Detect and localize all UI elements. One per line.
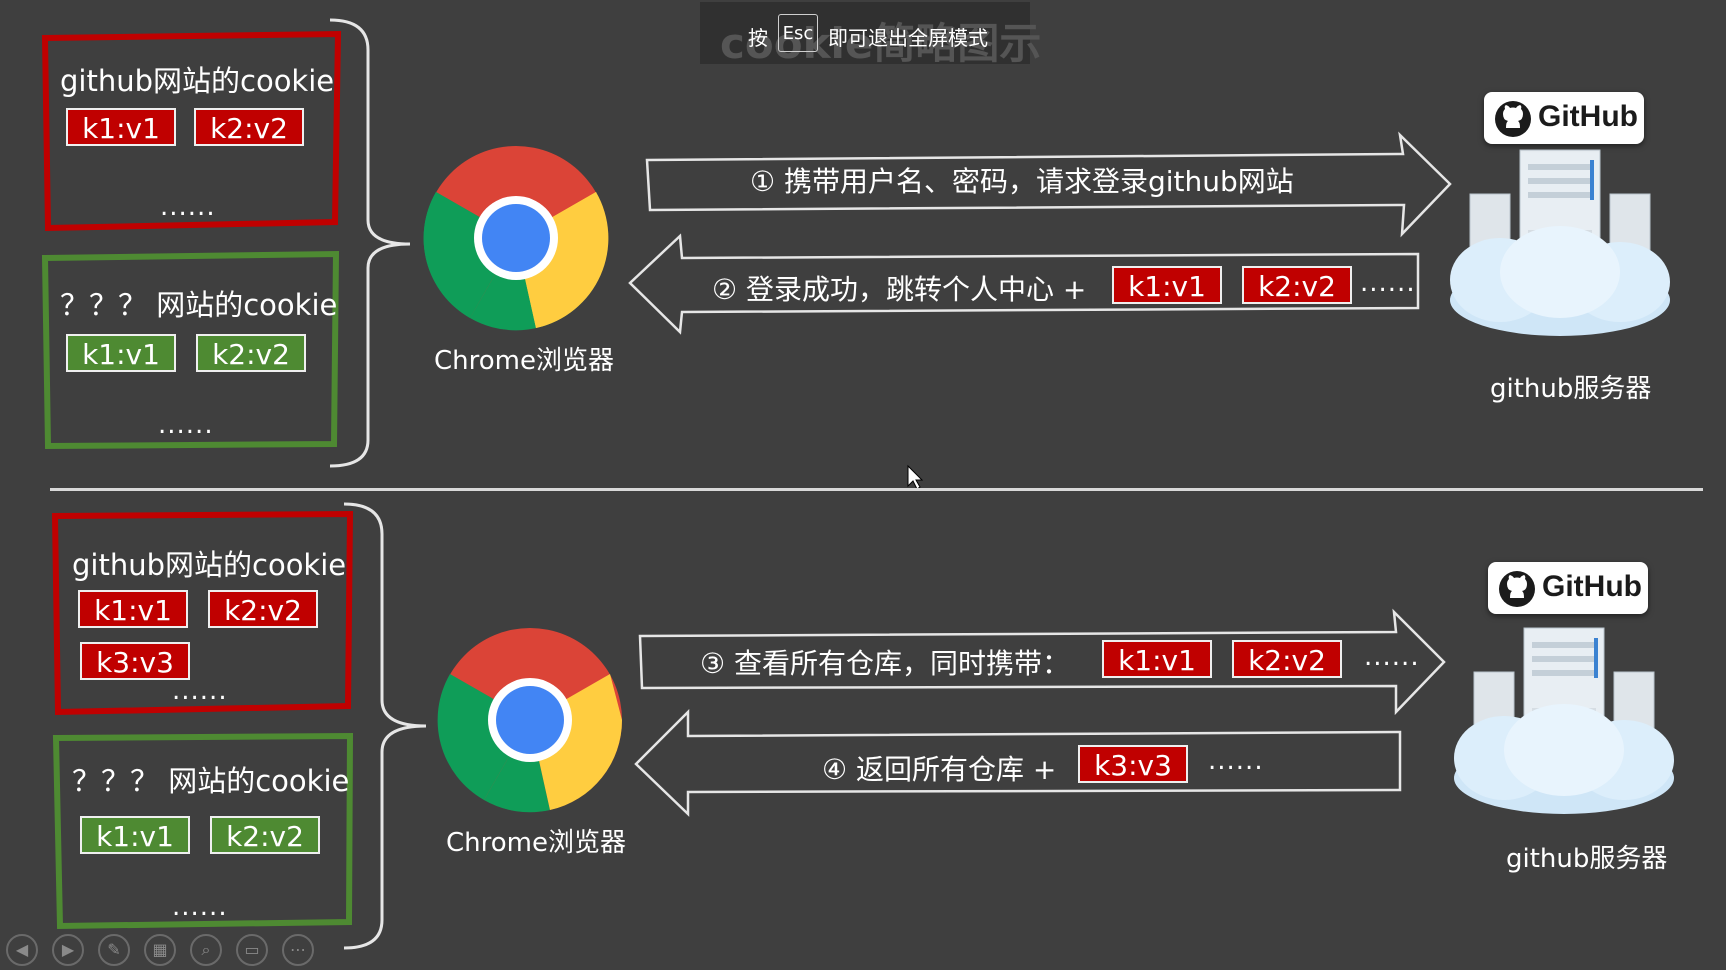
bottom-request-dots: ...... <box>1364 642 1420 672</box>
zoom-icon: ⌕ <box>201 940 211 959</box>
bottom-other-cookie-title: ？？？ 网站的cookie <box>72 764 350 798</box>
bottom-response-text: ④ 返回所有仓库 + <box>822 753 1057 786</box>
top-server-label: github服务器 <box>1490 374 1652 404</box>
top-response-dots: ...... <box>1360 268 1416 298</box>
bottom-response-tag-1: k3:v3 <box>1078 745 1188 783</box>
bottom-other-tag-1: k1:v1 <box>80 816 190 854</box>
top-other-dots: ...... <box>158 410 214 440</box>
subtitle-button[interactable]: ▭ <box>236 934 268 966</box>
zoom-button[interactable]: ⌕ <box>190 934 222 966</box>
bottom-request-tag-2: k2:v2 <box>1232 640 1342 678</box>
subtitle-icon: ▭ <box>244 940 260 959</box>
top-github-cookie-title: github网站的cookie <box>60 64 335 98</box>
bottom-request-text: ③ 查看所有仓库，同时携带： <box>700 647 1071 680</box>
prev-icon: ◀ <box>15 940 29 959</box>
slides-button[interactable]: ▦ <box>144 934 176 966</box>
top-server-icon <box>1450 149 1670 336</box>
bottom-other-tag-2: k2:v2 <box>210 816 320 854</box>
top-chrome-logo <box>423 146 609 331</box>
bottom-github-dots: ...... <box>172 676 228 706</box>
next-icon: ▶ <box>61 940 75 959</box>
bottom-server-label: github服务器 <box>1506 844 1668 874</box>
top-response-text: ② 登录成功，跳转个人中心 + <box>712 273 1087 306</box>
top-response-tag-1: k1:v1 <box>1112 266 1222 304</box>
top-github-logo-text: GitHub <box>1538 100 1638 133</box>
top-github-tag-2: k2:v2 <box>194 108 304 146</box>
bottom-chrome-logo <box>437 628 623 813</box>
top-other-tag-2: k2:v2 <box>196 334 306 372</box>
top-response-tag-2: k2:v2 <box>1242 266 1352 304</box>
bottom-request-tag-1: k1:v1 <box>1102 640 1212 678</box>
top-github-dots: ...... <box>160 192 216 222</box>
bottom-brace <box>343 502 427 950</box>
bottom-server-icon <box>1454 627 1674 814</box>
more-icon: ⋯ <box>290 940 306 959</box>
bottom-github-tag-2: k2:v2 <box>208 590 318 628</box>
section-divider <box>50 488 1703 491</box>
bottom-response-dots: ...... <box>1208 746 1264 776</box>
bottom-github-logo-text: GitHub <box>1542 570 1642 603</box>
mouse-cursor-icon <box>907 464 924 490</box>
top-other-cookie-title: ？？？ 网站的cookie <box>60 288 338 322</box>
top-request-text: ① 携带用户名、密码，请求登录github网站 <box>750 165 1294 198</box>
top-other-tag-1: k1:v1 <box>66 334 176 372</box>
bottom-github-logo: GitHub <box>1488 562 1648 614</box>
bottom-browser-label: Chrome浏览器 <box>446 828 626 858</box>
top-browser-label: Chrome浏览器 <box>434 346 614 376</box>
pen-icon: ✎ <box>107 940 121 959</box>
slides-icon: ▦ <box>152 940 168 959</box>
next-slide-button[interactable]: ▶ <box>52 934 84 966</box>
prev-slide-button[interactable]: ◀ <box>6 934 38 966</box>
bottom-github-tag-1: k1:v1 <box>78 590 188 628</box>
bottom-github-tag-3: k3:v3 <box>80 642 190 680</box>
top-brace <box>329 18 411 468</box>
top-github-tag-1: k1:v1 <box>66 108 176 146</box>
pen-button[interactable]: ✎ <box>98 934 130 966</box>
bottom-github-cookie-title: github网站的cookie <box>72 548 347 582</box>
bottom-other-dots: ...... <box>172 892 228 922</box>
github-octocat-icon <box>1499 571 1535 607</box>
more-button[interactable]: ⋯ <box>282 934 314 966</box>
top-github-logo: GitHub <box>1484 92 1644 144</box>
github-octocat-icon <box>1495 101 1531 137</box>
